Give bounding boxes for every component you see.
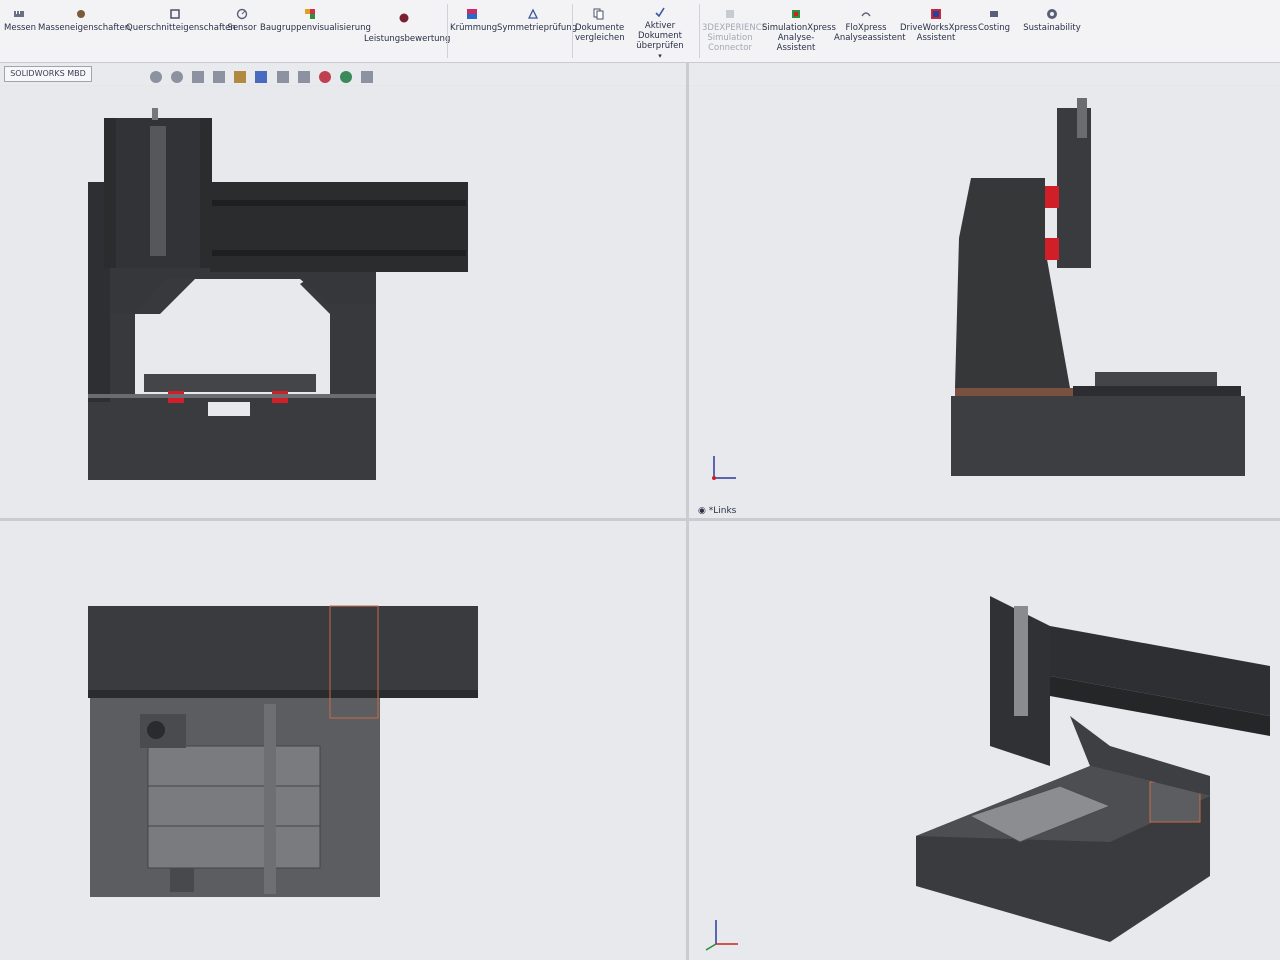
eye-icon: ◉ (698, 506, 706, 516)
coordinate-triad-icon (705, 920, 738, 951)
coordinate-triad-icon (712, 456, 736, 480)
performance-evaluation-button[interactable]: Leistungsbewertung (364, 8, 451, 44)
symmetry-check-button[interactable]: Symmetrieprüfung (497, 8, 577, 33)
performance-evaluation-label: Leistungsbewertung (364, 34, 451, 44)
assembly-visualization-button[interactable]: Baugruppenvisualisierung (260, 8, 371, 33)
dropdown-arrow-icon[interactable]: ▾ (624, 51, 696, 61)
floxpress-label-1: FloXpress (845, 23, 887, 33)
command-manager-ribbon: Messen Masseneigenschaften Querschnittei… (0, 0, 1280, 63)
assembly-visual-icon (305, 9, 315, 19)
simxpress-icon (792, 10, 800, 18)
front-view-model (88, 108, 468, 480)
top-view-model (88, 605, 478, 897)
scale-icon (77, 10, 85, 18)
view-orientation-icon[interactable] (255, 70, 268, 83)
check-active-document-label-2: überprüfen (636, 41, 684, 51)
view-settings-icon[interactable] (360, 70, 373, 83)
left-view-model (951, 98, 1245, 476)
compare-documents-label-2: vergleichen (575, 33, 625, 43)
isometric-view-model (916, 596, 1270, 942)
display-style-icon[interactable] (276, 70, 289, 83)
costing-icon (990, 11, 998, 17)
assembly-visualization-label: Baugruppenvisualisierung (260, 23, 371, 33)
simulationxpress-label-2: Analyse-Assistent (776, 33, 816, 53)
tab-solidworks-mbd[interactable]: SOLIDWORKS MBD (4, 66, 92, 82)
ribbon-separator (572, 4, 573, 58)
measure-label: Messen (4, 23, 37, 33)
symmetry-icon (527, 8, 539, 19)
simulationxpress-button[interactable]: SimulationXpress Analyse-Assistent (762, 8, 836, 53)
curvature-label: Krümmung (450, 23, 498, 33)
mass-properties-label: Masseneigenschaften (38, 23, 131, 33)
3dx-label-2: Simulation (707, 33, 753, 43)
ruler-icon (14, 11, 24, 17)
section-properties-button[interactable]: Querschnitteigenschaften (126, 8, 236, 33)
check-document-icon (655, 7, 665, 18)
hide-show-icon[interactable] (297, 70, 310, 83)
view-name: *Links (708, 506, 737, 516)
floxpress-icon (861, 12, 871, 17)
dynamic-annotation-icon[interactable] (234, 70, 247, 83)
performance-icon (399, 13, 409, 23)
sensor-button[interactable]: Sensor (226, 8, 258, 33)
scene-icon[interactable] (339, 70, 352, 83)
costing-label: Costing (977, 23, 1011, 33)
compare-icon (593, 8, 604, 20)
driveworks-icon (931, 9, 941, 19)
curvature-button[interactable]: Krümmung (450, 8, 498, 33)
measure-button[interactable]: Messen (4, 8, 37, 33)
simulationxpress-label-1: SimulationXpress (762, 23, 836, 33)
view-label-left: ◉ *Links (698, 506, 736, 516)
3dexperience-simulation-button: 3DEXPERIENCE Simulation Connector (702, 8, 768, 53)
viewport-splitter-horizontal[interactable] (0, 518, 1280, 521)
sustainability-label: Sustainability (1023, 23, 1081, 33)
compare-documents-button[interactable]: Dokumente vergleichen (575, 8, 625, 43)
symmetry-check-label: Symmetrieprüfung (497, 23, 578, 33)
ribbon-separator (447, 4, 448, 58)
curvature-icon (467, 9, 477, 19)
sensor-label: Sensor (227, 23, 257, 33)
driveworksxpress-button[interactable]: DriveWorksXpress Assistent (900, 8, 978, 43)
section-properties-label: Querschnitteigenschaften (126, 23, 236, 33)
check-active-document-button[interactable]: Aktiver Dokument überprüfen ▾ (624, 6, 696, 61)
3dx-label-1: 3DEXPERIENCE (702, 23, 768, 33)
floxpress-label-2: Analyseassistent (834, 33, 906, 43)
costing-button[interactable]: Costing (974, 8, 1014, 33)
section-view-icon[interactable] (213, 70, 226, 83)
viewport-splitter-vertical[interactable] (686, 63, 689, 960)
sustainability-icon (1047, 9, 1057, 19)
check-active-document-label-1: Aktiver Dokument (637, 21, 683, 41)
floxpress-button[interactable]: FloXpress Analyseassistent (834, 8, 906, 43)
zoom-area-icon[interactable] (171, 70, 184, 83)
3dx-label-3: Connector (708, 43, 752, 53)
appearance-icon[interactable] (318, 70, 331, 83)
driveworksxpress-label-1: DriveWorksXpress (900, 23, 978, 33)
previous-view-icon[interactable] (192, 70, 205, 83)
section-icon (170, 9, 180, 19)
driveworksxpress-label-2: Assistent (916, 33, 956, 43)
mass-properties-button[interactable]: Masseneigenschaften (38, 8, 130, 33)
3dx-icon (726, 10, 734, 18)
ribbon-separator (699, 4, 700, 58)
heads-up-view-toolbar (150, 66, 377, 83)
sustainability-button[interactable]: Sustainability (1020, 8, 1084, 33)
sensor-icon (236, 8, 248, 20)
compare-documents-label-1: Dokumente (575, 23, 625, 33)
zoom-to-fit-icon[interactable] (150, 70, 162, 83)
